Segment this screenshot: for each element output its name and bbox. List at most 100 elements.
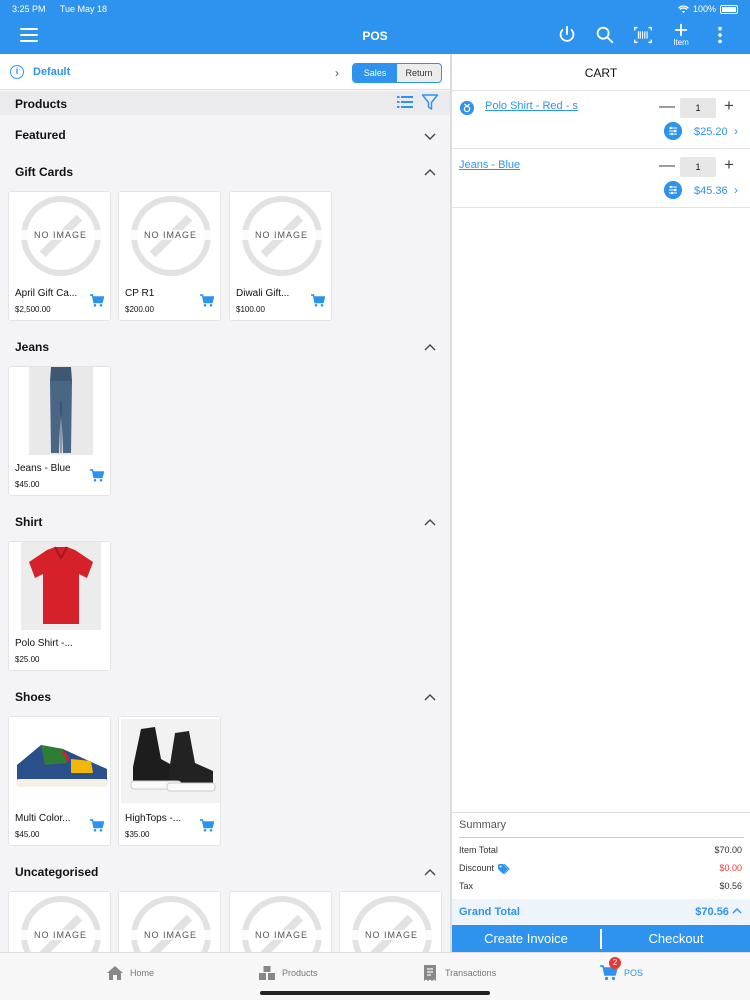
product-card[interactable]: NO IMAGE — [8, 891, 111, 952]
section-title-shirt[interactable]: Shirt — [15, 515, 42, 529]
product-card[interactable]: NO IMAGE April Gift Ca... $2,500.00 — [8, 191, 111, 321]
chevron-right-icon[interactable]: › — [734, 124, 738, 138]
product-card[interactable]: HighTops -... $35.00 — [118, 716, 221, 846]
add-to-cart-icon[interactable] — [311, 294, 325, 307]
adjust-line-icon[interactable] — [664, 122, 682, 140]
chevron-up-icon[interactable] — [423, 868, 437, 878]
product-name: HighTops -... — [125, 813, 182, 824]
product-card[interactable]: NO IMAGE CP R1 $200.00 — [118, 191, 221, 321]
adjust-line-icon[interactable] — [664, 181, 682, 199]
product-price: $25.00 — [15, 655, 40, 664]
product-image: NO IMAGE — [340, 892, 441, 952]
chevron-up-icon[interactable] — [732, 907, 742, 915]
power-icon[interactable] — [556, 24, 578, 46]
section-title-featured[interactable]: Featured — [15, 128, 66, 142]
product-price: $45.00 — [15, 830, 40, 839]
cart-line-name[interactable]: Polo Shirt - Red - s — [485, 100, 578, 112]
section-title-shoes[interactable]: Shoes — [15, 690, 51, 704]
summary-tax: Tax $0.56 — [459, 881, 742, 891]
product-card[interactable]: Multi Color... $45.00 — [8, 716, 111, 846]
no-image-icon: NO IMAGE — [341, 896, 441, 952]
increase-qty-button[interactable]: + — [724, 155, 734, 175]
add-to-cart-icon[interactable] — [200, 294, 214, 307]
add-to-cart-icon[interactable] — [90, 819, 104, 832]
polo-photo — [9, 542, 110, 630]
more-vertical-icon[interactable] — [709, 24, 731, 46]
top-bar: 3:25 PM Tue May 18 100% POS Item — [0, 0, 750, 54]
divider — [459, 837, 744, 838]
product-image: NO IMAGE — [9, 892, 110, 952]
tab-transactions[interactable]: Transactions — [421, 963, 496, 983]
tab-pos[interactable]: POS — [600, 963, 643, 983]
chevron-down-icon[interactable] — [423, 131, 437, 141]
home-icon — [107, 966, 123, 980]
customer-bar[interactable]: i Default › Sales Return — [0, 54, 450, 90]
sales-return-toggle[interactable]: Sales Return — [352, 63, 442, 83]
product-price: $2,500.00 — [15, 305, 51, 314]
item-total-value: $70.00 — [714, 845, 742, 855]
product-name: CP R1 — [125, 288, 155, 299]
chevron-up-icon[interactable] — [423, 343, 437, 353]
product-card[interactable]: NO IMAGE — [339, 891, 442, 952]
return-segment[interactable]: Return — [397, 64, 441, 82]
cart-pane: CART Polo Shirt - Red - s — 1 + $25.20 ›… — [452, 54, 750, 953]
grand-total-row[interactable]: Grand Total $70.56 — [452, 899, 750, 925]
add-item-label[interactable]: Item — [672, 38, 690, 47]
product-card[interactable]: Jeans - Blue $45.00 — [8, 366, 111, 496]
product-card[interactable]: NO IMAGE — [118, 891, 221, 952]
cart-line-name[interactable]: Jeans - Blue — [459, 159, 520, 171]
receipt-icon — [424, 965, 436, 981]
product-card[interactable]: NO IMAGE — [229, 891, 332, 952]
cart-line: Polo Shirt - Red - s — 1 + $25.20 › — [452, 91, 750, 149]
chevron-right-icon[interactable]: › — [335, 66, 339, 80]
cart-line-price[interactable]: $45.36 — [694, 185, 728, 197]
chevron-up-icon[interactable] — [423, 518, 437, 528]
tab-home[interactable]: Home — [106, 963, 154, 983]
add-item-icon[interactable] — [670, 22, 692, 38]
quantity-field[interactable]: 1 — [680, 157, 716, 177]
promo-badge-icon — [460, 101, 474, 115]
decrease-qty-button[interactable]: — — [659, 157, 675, 175]
summary-discount[interactable]: Discount $0.00 — [459, 863, 742, 874]
add-to-cart-icon[interactable] — [90, 469, 104, 482]
sales-segment[interactable]: Sales — [353, 64, 397, 82]
battery-level: 100% — [692, 4, 716, 14]
tag-icon[interactable] — [498, 863, 510, 874]
decrease-qty-button[interactable]: — — [659, 98, 675, 116]
quantity-field[interactable]: 1 — [680, 98, 716, 118]
list-view-icon[interactable] — [397, 95, 413, 109]
section-title-gift-cards[interactable]: Gift Cards — [15, 165, 73, 179]
chevron-up-icon[interactable] — [423, 693, 437, 703]
chevron-right-icon[interactable]: › — [734, 183, 738, 197]
section-title-jeans[interactable]: Jeans — [15, 340, 49, 354]
search-icon[interactable] — [594, 24, 616, 46]
info-icon[interactable]: i — [10, 65, 24, 79]
cart-line-price[interactable]: $25.20 — [694, 126, 728, 138]
jeans-photo — [9, 367, 110, 455]
product-name: April Gift Ca... — [15, 288, 78, 299]
product-price: $35.00 — [125, 830, 150, 839]
checkout-button[interactable]: Checkout — [602, 925, 750, 953]
multicolor-shoe-photo — [9, 717, 110, 805]
cart-actions: Create Invoice Checkout — [452, 925, 750, 953]
filter-icon[interactable] — [421, 93, 439, 111]
product-card[interactable]: Polo Shirt -... $25.00 — [8, 541, 111, 671]
customer-default-label[interactable]: Default — [33, 66, 70, 78]
chevron-up-icon[interactable] — [423, 168, 437, 178]
tab-products[interactable]: Products — [258, 963, 318, 983]
create-invoice-button[interactable]: Create Invoice — [452, 925, 600, 953]
barcode-scan-icon[interactable] — [632, 24, 654, 46]
product-card[interactable]: NO IMAGE Diwali Gift... $100.00 — [229, 191, 332, 321]
section-title-uncategorised[interactable]: Uncategorised — [15, 865, 98, 879]
grand-total-label: Grand Total — [459, 906, 520, 918]
add-to-cart-icon[interactable] — [90, 294, 104, 307]
status-time: 3:25 PM — [12, 4, 46, 14]
products-header: Products — [0, 91, 450, 115]
product-name: Polo Shirt -... — [15, 638, 73, 649]
product-image: NO IMAGE — [119, 892, 220, 952]
product-image: NO IMAGE — [119, 192, 220, 280]
cart-summary: Summary Item Total $70.00 Discount $0.00… — [452, 812, 750, 953]
add-to-cart-icon[interactable] — [200, 819, 214, 832]
increase-qty-button[interactable]: + — [724, 96, 734, 116]
home-indicator[interactable] — [260, 991, 490, 995]
